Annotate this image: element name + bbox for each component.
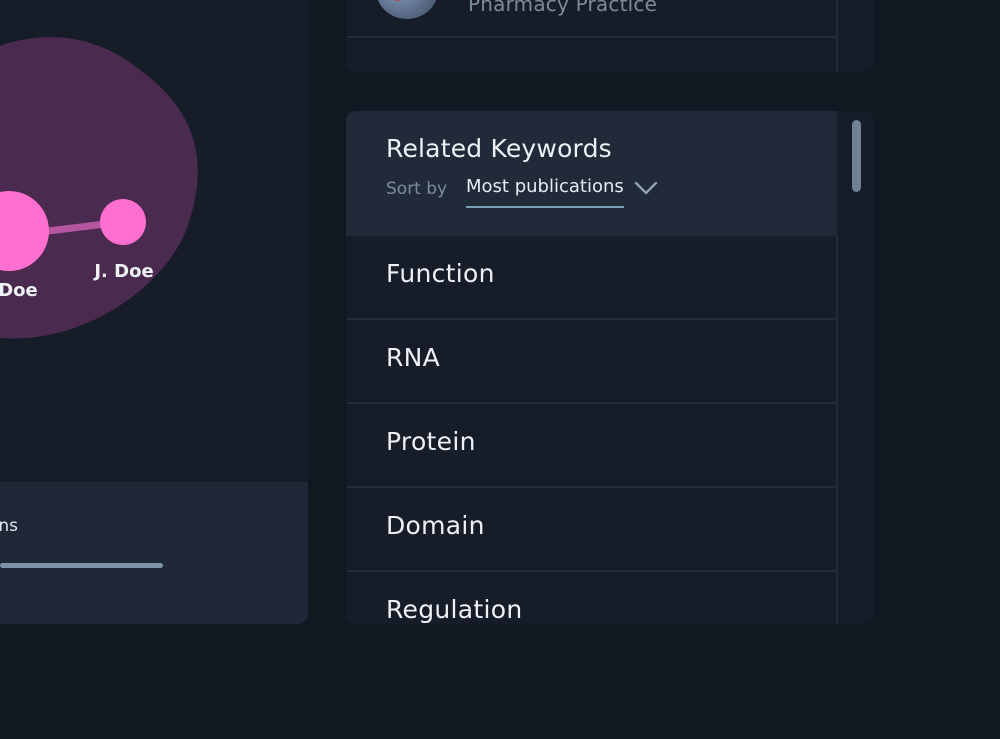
- keyword-item-regulation[interactable]: Regulation: [346, 572, 837, 624]
- coauthor-network-card: Doe J. Doe ons: [0, 0, 308, 624]
- chevron-down-icon[interactable]: [633, 178, 659, 198]
- keyword-label: Regulation: [386, 595, 523, 624]
- researcher-row[interactable]: Pharmacy Practice: [346, 0, 836, 38]
- keyword-label: RNA: [386, 343, 441, 372]
- card-divider: [836, 0, 838, 72]
- sort-label: Sort by: [386, 179, 448, 199]
- avatar-detail: [392, 0, 402, 1]
- network-node-j-doe[interactable]: [100, 199, 146, 245]
- footer-progress-bar: [0, 563, 163, 568]
- panel-title: Related Keywords: [386, 134, 612, 163]
- keyword-item-rna[interactable]: RNA: [346, 320, 837, 404]
- sort-value[interactable]: Most publications: [466, 175, 624, 208]
- researcher-card: Pharmacy Practice: [346, 0, 874, 72]
- keyword-item-domain[interactable]: Domain: [346, 488, 837, 572]
- footer-label: ons: [0, 516, 18, 536]
- related-keywords-panel: Related Keywords Sort by Most publicatio…: [346, 111, 874, 624]
- panel-header: Related Keywords Sort by Most publicatio…: [346, 111, 837, 236]
- footer-label-text: ons: [0, 516, 19, 536]
- keyword-label: Function: [386, 259, 495, 288]
- avatar: [376, 0, 438, 19]
- keyword-label: Domain: [386, 511, 485, 540]
- sort-dropdown[interactable]: Most publications: [466, 175, 659, 209]
- keyword-label: Protein: [386, 427, 476, 456]
- network-node-label: J. Doe: [92, 261, 153, 282]
- keyword-list: Function RNA Protein Domain Regulation: [346, 236, 837, 624]
- network-footer: ons: [0, 482, 308, 624]
- keyword-item-protein[interactable]: Protein: [346, 404, 837, 488]
- network-node-label: Doe: [0, 280, 38, 301]
- scrollbar-thumb[interactable]: [852, 120, 861, 192]
- department-label: Pharmacy Practice: [468, 0, 658, 16]
- keyword-item-function[interactable]: Function: [346, 236, 837, 320]
